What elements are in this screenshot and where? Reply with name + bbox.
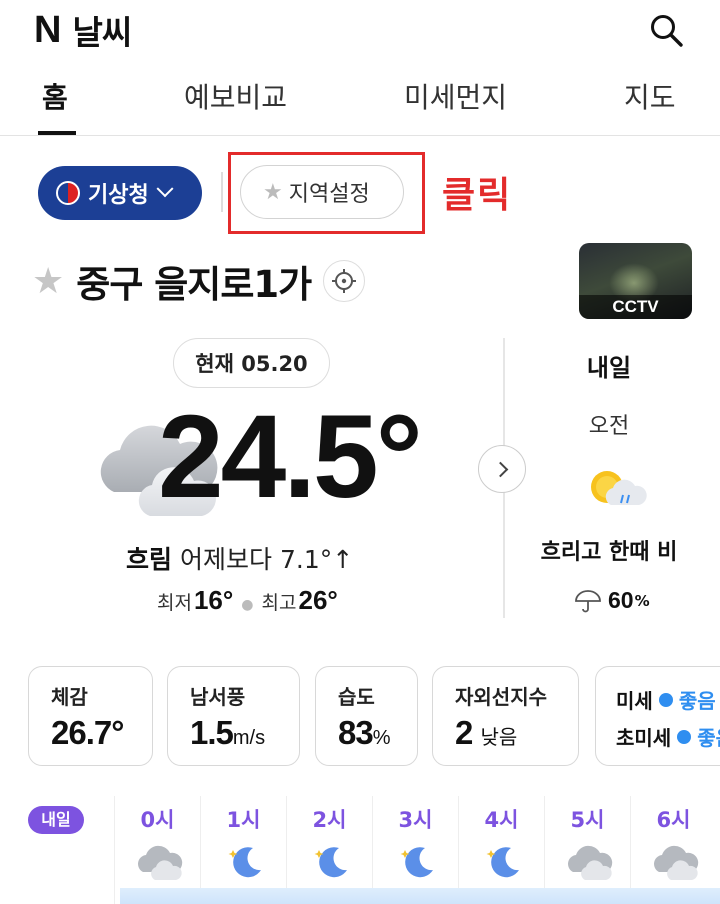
max-label: 최고 (261, 592, 297, 614)
weather-source-label: 기상청 (88, 183, 149, 208)
app-title: 날씨 (72, 13, 132, 52)
moon-icon (400, 847, 433, 878)
chevron-right-icon (492, 461, 508, 477)
tab-map[interactable]: 지도 (624, 76, 676, 116)
moon-icon (228, 847, 261, 878)
moon-icon (486, 847, 519, 878)
pm10-status: 좋음 (678, 689, 716, 713)
hour-label: 1시 (226, 808, 261, 832)
tomorrow-rain-chance: 60% (574, 587, 650, 614)
card-label: 체감 (51, 685, 88, 709)
cctv-thumbnail[interactable]: CCTV (579, 243, 692, 319)
tomorrow-badge: 내일 (28, 806, 84, 834)
location-header: ★ 중구 을지로1가 (32, 254, 366, 308)
card-unit: % (372, 727, 391, 749)
card-feels-like[interactable]: 체감 26.7° (28, 666, 153, 766)
hour-label: 4시 (484, 808, 519, 832)
pm10-label: 미세 (616, 689, 653, 713)
min-value: 16° (193, 585, 234, 615)
current-time-pill: 현재 05.20 (173, 338, 330, 388)
tomorrow-period: 오전 (588, 414, 630, 439)
cloudy-icon (138, 845, 183, 880)
temperature-diff: 어제보다 7.1°↑ (180, 545, 354, 574)
status-dot-icon (658, 692, 673, 707)
tab-forecast-compare[interactable]: 예보비교 (184, 76, 287, 116)
tab-home[interactable]: 홈 (42, 76, 68, 116)
max-value: 26° (298, 585, 338, 615)
chevron-down-icon (156, 180, 174, 198)
hour-label: 6시 (656, 808, 691, 832)
app-header: N 날씨 (0, 0, 720, 64)
card-label: 자외선지수 (455, 685, 547, 709)
partly-cloudy-rain-icon (591, 471, 647, 505)
moon-icon (314, 847, 347, 878)
korea-emblem-icon (56, 181, 80, 205)
card-uv-index[interactable]: 자외선지수 2 낮음 (432, 666, 579, 766)
card-value: 83 (338, 714, 374, 751)
tomorrow-title: 내일 (586, 354, 632, 382)
current-condition: 흐림 (126, 545, 173, 574)
hour-label: 2시 (312, 808, 347, 832)
hourly-temperature-graph (120, 888, 720, 904)
card-wind[interactable]: 남서풍 1.5m/s (167, 666, 300, 766)
card-fine-dust[interactable]: 미세좋음 초미세좋음 (595, 666, 720, 766)
hour-label: 5시 (570, 808, 605, 832)
hour-label: 0시 (140, 808, 175, 832)
status-dot-icon (677, 729, 692, 744)
location-name[interactable]: 중구 을지로1가 (76, 254, 312, 308)
tab-fine-dust[interactable]: 미세먼지 (404, 76, 507, 116)
pm25-status: 좋음 (697, 726, 720, 750)
rain-chance-unit: % (634, 591, 650, 610)
card-value: 2 (455, 714, 473, 751)
pm25-label: 초미세 (616, 726, 672, 750)
crosshair-icon[interactable] (323, 260, 366, 302)
card-label: 남서풍 (190, 685, 246, 709)
min-label: 최저 (157, 592, 192, 614)
search-icon[interactable] (648, 12, 686, 50)
card-value: 26.7° (51, 714, 124, 751)
card-humidity[interactable]: 습도 83% (315, 666, 418, 766)
umbrella-icon (575, 589, 601, 612)
favorite-star-icon[interactable]: ★ (32, 261, 64, 302)
current-temperature: 24.5° (158, 391, 423, 523)
next-arrow-button[interactable] (478, 445, 526, 493)
cctv-label: CCTV (579, 295, 692, 319)
cloudy-icon (654, 845, 699, 880)
active-tab-indicator (38, 131, 76, 135)
pm10-row: 미세 좋음 (616, 685, 720, 714)
hour-label: 3시 (398, 808, 433, 832)
card-unit: m/s (232, 727, 266, 749)
rain-chance-value: 60 (608, 587, 634, 613)
annotation-click-text: 클릭 (442, 175, 513, 216)
tomorrow-condition: 흐리고 한때 비 (540, 540, 678, 565)
weather-source-dropdown[interactable]: 기상청 (38, 166, 202, 220)
annotation-highlight-box (228, 152, 425, 234)
min-max-temperature: 최저 16° ● 최고 26° (157, 585, 338, 616)
brand: N 날씨 (34, 6, 132, 54)
card-label: 습도 (338, 685, 375, 709)
separator-dot: ● (241, 597, 254, 613)
current-condition-line: 흐림 어제보다 7.1°↑ (126, 540, 353, 576)
naver-logo[interactable]: N (34, 9, 61, 52)
tab-bar: 홈 예보비교 미세먼지 지도 (0, 64, 720, 136)
divider (221, 172, 223, 212)
pm25-row: 초미세 좋음 (616, 722, 720, 751)
card-unit: 낮음 (480, 727, 518, 749)
cloudy-icon (568, 845, 613, 880)
card-value: 1.5 (190, 714, 234, 751)
